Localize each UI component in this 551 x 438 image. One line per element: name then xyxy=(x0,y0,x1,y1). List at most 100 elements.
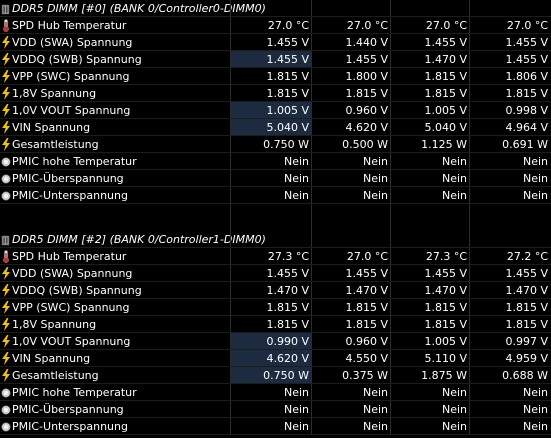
column-divider xyxy=(230,350,231,366)
sensor-row[interactable]: VDDQ (SWB) Spannung 1.470 V 1.470 V 1.470 V… xyxy=(0,282,551,299)
current-value: 0.750 W xyxy=(263,138,309,151)
sensor-row[interactable]: PMIC-Überspannung Nein Nein Nein Nein xyxy=(0,170,551,187)
column-divider xyxy=(469,221,470,231)
sensor-row[interactable]: VDDQ (SWB) Spannung 1.455 V 1.455 V 1.470 V… xyxy=(0,51,551,68)
max-value: Nein xyxy=(441,403,467,416)
avg-value: 27.2 °C xyxy=(506,250,548,263)
column-divider xyxy=(390,384,391,400)
column-divider xyxy=(390,265,391,281)
sensor-label: VIN Spannung xyxy=(12,352,91,365)
sensor-row[interactable]: PMIC hohe Temperatur Nein Nein Nein Nein xyxy=(0,384,551,401)
column-divider xyxy=(390,0,391,16)
max-value: 1.815 V xyxy=(424,301,467,314)
column-divider xyxy=(311,136,312,152)
column-divider xyxy=(311,153,312,169)
sensor-row[interactable]: 1,0V VOUT Spannung 0.990 V 0.960 V 1.005 V 0… xyxy=(0,333,551,350)
min-value: Nein xyxy=(362,386,388,399)
column-divider xyxy=(230,153,231,169)
sensor-label: PMIC-Unterspannung xyxy=(12,189,128,202)
column-divider xyxy=(390,85,391,101)
sensor-row[interactable]: VIN Spannung 5.040 V 4.620 V 5.040 V 4.964 V xyxy=(0,119,551,136)
sensor-table: DDR5 DIMM [#0] (BANK 0/Controller0-DIMM0… xyxy=(0,0,551,435)
column-divider xyxy=(469,68,470,84)
sensor-row[interactable]: VPP (SWC) Spannung 1.815 V 1.815 V 1.815 V 1… xyxy=(0,299,551,316)
sensor-label: 1,8V Spannung xyxy=(12,87,97,100)
sensor-row[interactable]: VPP (SWC) Spannung 1.815 V 1.800 V 1.815 V 1… xyxy=(0,68,551,85)
min-value: 0.375 W xyxy=(342,369,388,382)
column-divider xyxy=(230,265,231,281)
sensor-row[interactable]: 1,8V Spannung 1.815 V 1.815 V 1.815 V 1.815 … xyxy=(0,85,551,102)
lightning-icon xyxy=(1,104,11,117)
column-divider xyxy=(230,187,231,203)
min-value: Nein xyxy=(362,155,388,168)
column-divider xyxy=(390,316,391,332)
column-divider xyxy=(469,367,470,383)
max-value: 1.455 V xyxy=(424,267,467,280)
section-header[interactable]: DDR5 DIMM [#0] (BANK 0/Controller0-DIMM0… xyxy=(0,0,551,17)
column-divider xyxy=(311,68,312,84)
column-divider xyxy=(311,0,312,16)
current-value: 27.0 °C xyxy=(267,19,309,32)
lightning-icon xyxy=(1,121,11,134)
sensor-label: VDDQ (SWB) Spannung xyxy=(12,284,142,297)
min-value: 0.960 V xyxy=(345,104,388,117)
section-header[interactable]: DDR5 DIMM [#2] (BANK 0/Controller1-DIMM0… xyxy=(0,231,551,248)
section-spacer xyxy=(0,204,551,221)
min-value: 4.620 V xyxy=(345,121,388,134)
sensor-label: SPD Hub Temperatur xyxy=(12,250,127,263)
sensor-row[interactable]: 1,8V Spannung 1.815 V 1.815 V 1.815 V 1.815 … xyxy=(0,316,551,333)
avg-value: 1.455 V xyxy=(505,36,548,49)
status-circle-icon xyxy=(1,386,11,399)
min-value: 1.455 V xyxy=(345,267,388,280)
sensor-row[interactable]: Gesamtleistung 0.750 W 0.500 W 1.125 W 0.691… xyxy=(0,136,551,153)
max-value: 1.005 V xyxy=(424,104,467,117)
current-value: 1.005 V xyxy=(231,102,312,118)
current-value: 4.620 V xyxy=(231,350,312,366)
sensor-label: PMIC-Überspannung xyxy=(12,403,124,416)
avg-value: 4.964 V xyxy=(505,121,548,134)
column-divider xyxy=(311,51,312,67)
sensor-row[interactable]: SPD Hub Temperatur 27.0 °C 27.0 °C 27.0 °C 2… xyxy=(0,17,551,34)
current-value: 0.750 W xyxy=(231,367,312,383)
sensor-row[interactable]: PMIC hohe Temperatur Nein Nein Nein Nein xyxy=(0,153,551,170)
column-divider xyxy=(230,367,231,383)
column-divider xyxy=(390,119,391,135)
lightning-icon xyxy=(1,352,11,365)
sensor-row[interactable]: PMIC-Unterspannung Nein Nein Nein Nein xyxy=(0,187,551,204)
column-divider xyxy=(311,17,312,33)
max-value: 1.815 V xyxy=(424,87,467,100)
column-divider xyxy=(390,170,391,186)
column-divider xyxy=(390,248,391,264)
section-spacer xyxy=(0,221,551,231)
sensor-row[interactable]: VDD (SWA) Spannung 1.455 V 1.455 V 1.455 V 1… xyxy=(0,265,551,282)
column-divider xyxy=(230,221,231,231)
column-divider xyxy=(230,68,231,84)
sensor-label: VPP (SWC) Spannung xyxy=(12,301,130,314)
avg-value: 27.0 °C xyxy=(506,19,548,32)
sensor-row[interactable]: 1,0V VOUT Spannung 1.005 V 0.960 V 1.005 V 0… xyxy=(0,102,551,119)
sensor-label: SPD Hub Temperatur xyxy=(12,19,127,32)
sensor-row[interactable]: PMIC-Überspannung Nein Nein Nein Nein xyxy=(0,401,551,418)
avg-value: 4.959 V xyxy=(505,352,548,365)
column-divider xyxy=(311,418,312,434)
avg-value: 0.688 W xyxy=(502,369,548,382)
sensor-label: Gesamtleistung xyxy=(12,138,99,151)
status-circle-icon xyxy=(1,155,11,168)
sensor-label: 1,0V VOUT Spannung xyxy=(12,104,131,117)
sensor-label: PMIC-Überspannung xyxy=(12,172,124,185)
column-divider xyxy=(230,384,231,400)
column-divider xyxy=(311,384,312,400)
current-value: Nein xyxy=(283,172,309,185)
current-value: 27.3 °C xyxy=(267,250,309,263)
max-value: 1.455 V xyxy=(424,36,467,49)
avg-value: 0.691 W xyxy=(502,138,548,151)
sensor-label: PMIC hohe Temperatur xyxy=(12,386,137,399)
sensor-row[interactable]: VDD (SWA) Spannung 1.455 V 1.440 V 1.455 V 1… xyxy=(0,34,551,51)
avg-value: 1.815 V xyxy=(505,301,548,314)
column-divider xyxy=(469,204,470,221)
sensor-row[interactable]: SPD Hub Temperatur 27.3 °C 27.0 °C 27.3 °C 2… xyxy=(0,248,551,265)
sensor-row[interactable]: PMIC-Unterspannung Nein Nein Nein Nein xyxy=(0,418,551,435)
sensor-row[interactable]: Gesamtleistung 0.750 W 0.375 W 1.875 W 0.688… xyxy=(0,367,551,384)
sensor-row[interactable]: VIN Spannung 4.620 V 4.550 V 5.110 V 4.959 V xyxy=(0,350,551,367)
column-divider xyxy=(311,204,312,221)
